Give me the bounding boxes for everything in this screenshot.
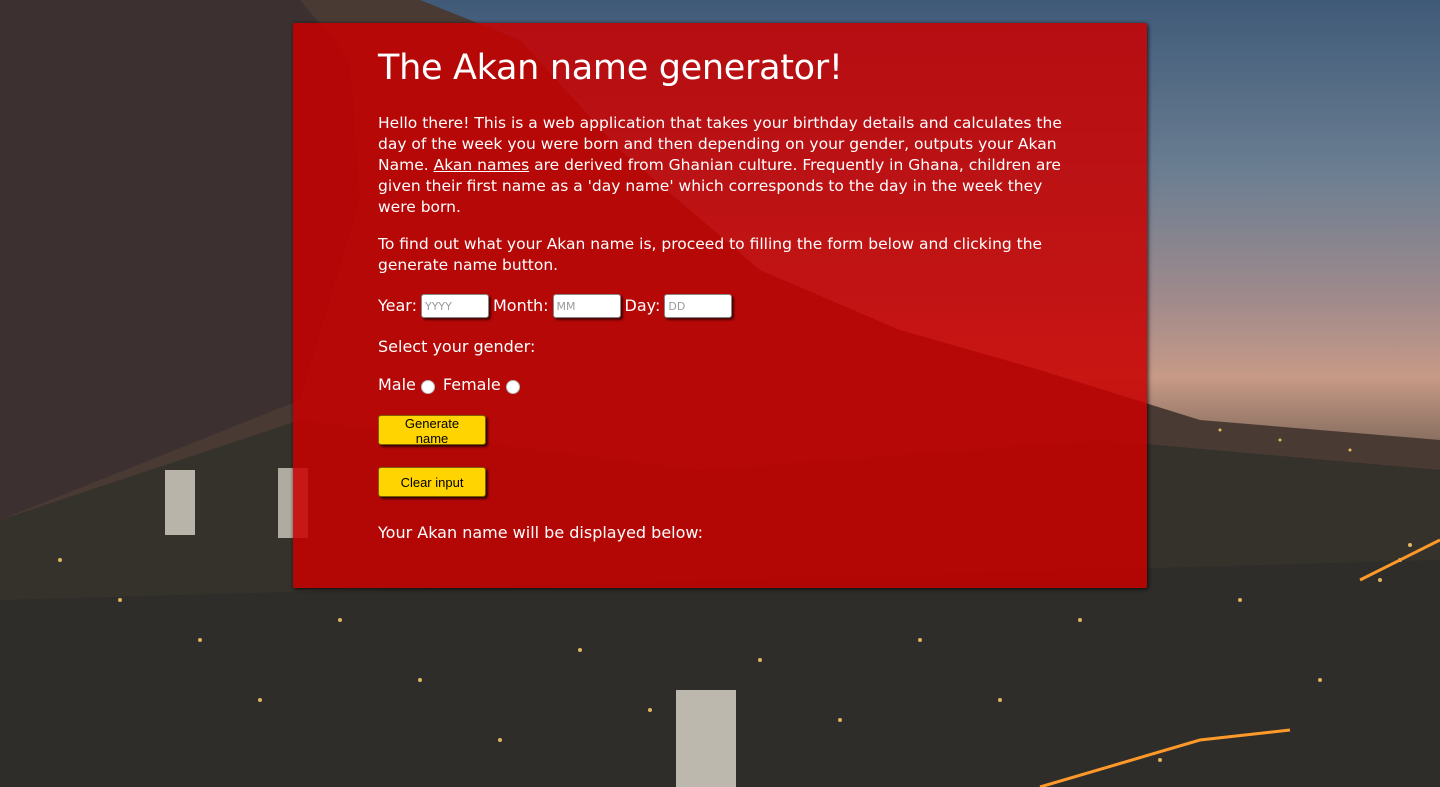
content-column: The Akan name generator! Hello there! Th… bbox=[378, 23, 1068, 544]
page-title: The Akan name generator! bbox=[378, 48, 843, 88]
month-label: Month: bbox=[492, 296, 549, 315]
year-input[interactable] bbox=[420, 294, 489, 318]
akan-names-link[interactable]: Akan names bbox=[434, 156, 530, 174]
year-label: Year: bbox=[378, 296, 417, 315]
day-input[interactable] bbox=[664, 294, 733, 318]
result-label: Your Akan name will be displayed below: bbox=[378, 523, 703, 542]
clear-input-button[interactable]: Clear input bbox=[378, 467, 486, 497]
day-label: Day: bbox=[624, 296, 661, 315]
intro-paragraph: Hello there! This is a web application t… bbox=[378, 113, 1068, 218]
main-panel: The Akan name generator! Hello there! Th… bbox=[293, 23, 1147, 588]
female-label: Female bbox=[442, 375, 501, 394]
male-radio[interactable] bbox=[420, 379, 435, 394]
gender-radio-group: Male Female bbox=[378, 373, 1068, 397]
gender-prompt: Select your gender: bbox=[378, 337, 536, 356]
month-input[interactable] bbox=[552, 294, 621, 318]
birthdate-row: Year: Month: Day: bbox=[378, 293, 1068, 319]
male-label: Male bbox=[378, 375, 416, 394]
female-radio[interactable] bbox=[505, 379, 520, 394]
generate-name-button[interactable]: Generate name bbox=[378, 415, 486, 446]
instructions-paragraph: To find out what your Akan name is, proc… bbox=[378, 235, 1043, 274]
